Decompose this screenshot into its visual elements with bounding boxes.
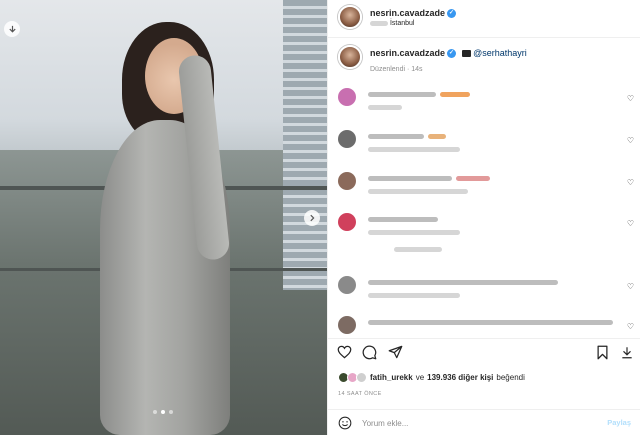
download-icon[interactable] [4,21,20,37]
avatar[interactable] [338,5,362,29]
carousel-indicator [153,410,173,414]
download-icon[interactable] [620,345,634,363]
comment-avatar[interactable] [338,316,356,334]
comment-bar: Paylaş [328,409,640,436]
comment-avatar[interactable] [338,213,356,231]
comment-input[interactable] [362,416,582,430]
likes-first-user[interactable]: fatih_urekk [370,373,413,382]
verified-badge-icon: ✓ [447,9,457,19]
redacted-text [368,176,452,181]
redacted-text [368,320,613,325]
emoji-icon[interactable] [338,416,352,433]
post-media[interactable] [0,0,327,435]
instagram-post: nesrin.cavadzade ✓ İstanbul nesrin.cavadz… [0,0,640,435]
redacted-text [368,189,468,194]
redacted-text [368,280,558,285]
heart-icon[interactable]: ♡ [627,178,634,187]
carousel-dot [153,410,157,414]
post-timestamp[interactable]: 14 SAAT ÖNCE [338,391,382,397]
comment-avatar[interactable] [338,172,356,190]
redacted-emoji [440,92,470,97]
heart-icon[interactable] [337,345,352,362]
likes-summary: fatih_urekk ve 139.936 diğer kişi beğend… [338,372,525,383]
redacted-text [368,147,460,152]
likes-count[interactable]: 139.936 diğer kişi [427,373,493,382]
comment-icon[interactable] [362,345,377,363]
comment-item: ♡ [338,213,638,252]
liker-avatar[interactable] [356,372,367,383]
clapper-emoji-icon [461,50,471,58]
post-sidebar: nesrin.cavadzade ✓ İstanbul nesrin.cavadz… [327,0,640,435]
header-location-row: İstanbul [370,20,414,27]
header-username-row: nesrin.cavadzade ✓ [370,8,457,19]
caption-avatar[interactable] [338,45,362,69]
redacted-text [368,217,438,222]
bookmark-icon[interactable] [596,345,609,363]
photo-tower [283,0,327,290]
heart-icon[interactable]: ♡ [627,322,634,331]
comment-avatar[interactable] [338,88,356,106]
caption-row: nesrin.cavadzade ✓ @serhathayri [370,48,527,59]
comment-item: ♡ [338,130,638,164]
header-username[interactable]: nesrin.cavadzade [370,8,445,18]
redacted-emoji [428,134,446,139]
carousel-dot-active [161,410,165,414]
heart-icon[interactable]: ♡ [627,219,634,228]
redacted-emoji [456,176,490,181]
redacted-text [368,92,436,97]
redacted-text [368,230,460,235]
carousel-dot [169,410,173,414]
post-comment-button[interactable]: Paylaş [607,418,631,427]
comment-item: ♡ [338,88,638,122]
redacted-text [370,20,388,26]
redacted-text [368,293,460,298]
caption-username[interactable]: nesrin.cavadzade [370,48,445,58]
redacted-text [368,105,402,110]
header-location[interactable]: İstanbul [390,20,415,27]
caption-meta: Düzenlendi · 14s [370,66,423,73]
verified-badge-icon: ✓ [447,49,457,59]
redacted-text [368,134,424,139]
post-header: nesrin.cavadzade ✓ İstanbul [328,0,640,38]
comment-item: ♡ [338,172,638,206]
likes-connector: ve [415,373,425,382]
heart-icon[interactable]: ♡ [627,282,634,291]
comment-item: ♡ [338,276,638,310]
caption-mention[interactable]: @serhathayri [473,48,527,58]
heart-icon[interactable]: ♡ [627,136,634,145]
comment-avatar[interactable] [338,276,356,294]
post-actions: fatih_urekk ve 139.936 diğer kişi beğend… [328,338,640,430]
likes-suffix: beğendi [496,373,525,382]
chevron-right-icon[interactable] [304,210,320,226]
share-icon[interactable] [388,345,403,362]
redacted-text [394,247,442,252]
heart-icon[interactable]: ♡ [627,94,634,103]
comment-avatar[interactable] [338,130,356,148]
